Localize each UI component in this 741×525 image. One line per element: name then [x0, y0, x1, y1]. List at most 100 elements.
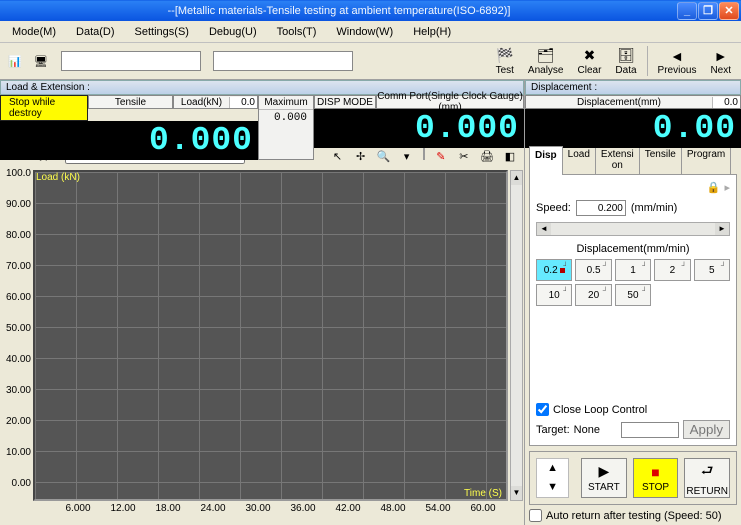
speed-preset-2[interactable]: 2┘ [654, 259, 690, 281]
jog-down-icon[interactable]: ▼ [537, 478, 568, 497]
y-tick: 20.00 [6, 416, 31, 427]
load-label: Load(kN) [174, 97, 229, 108]
y-tick: 70.00 [6, 261, 31, 272]
prev-icon: ◄ [668, 47, 686, 65]
x-tick: 60.00 [470, 503, 495, 514]
speed-preset-1[interactable]: 1┘ [615, 259, 651, 281]
plot-area[interactable] [33, 170, 508, 502]
y-tick: 80.00 [6, 230, 31, 241]
pin-corner-icon: ┘ [563, 263, 568, 270]
menu-mode[interactable]: Mode(M) [2, 24, 66, 40]
x-tick: 54.00 [425, 503, 450, 514]
operation-panel: ▲▼ ▶START ■STOP ⮐RETURN [529, 451, 737, 505]
speed-input[interactable] [576, 200, 626, 216]
menu-window[interactable]: Window(W) [326, 24, 403, 40]
speed-unit: (mm/min) [631, 202, 677, 214]
x-axis-ticks: 6.00012.0018.0024.0030.0036.0042.0048.00… [33, 503, 508, 519]
speed-preset-5[interactable]: 5┘ [694, 259, 730, 281]
y-tick: 30.00 [6, 385, 31, 396]
auto-return-checkbox[interactable] [529, 509, 542, 522]
apply-button[interactable]: Apply [683, 420, 730, 439]
pin-corner-icon: ┘ [682, 263, 687, 270]
auto-return-label: Auto return after testing (Speed: 50) [546, 510, 722, 522]
minimize-button[interactable]: _ [677, 2, 697, 20]
y-tick: 40.00 [6, 354, 31, 365]
dropdown-icon[interactable]: ▾ [398, 148, 416, 166]
title-bar: --[Metallic materials-Tensile testing at… [0, 0, 741, 21]
x-tick: 12.00 [110, 503, 135, 514]
plot-y-label: Load (kN) [36, 172, 80, 183]
curve-tool-row: ↖ ✢ 🔍 ▾ ✎ ✂ 🖨 ◧ [328, 145, 521, 166]
monitor-icon[interactable]: 🖥 [29, 49, 53, 73]
tab-extension[interactable]: Extensi on [595, 145, 640, 174]
pin-corner-icon: ┘ [642, 263, 647, 270]
data-icon: 🗄 [617, 47, 635, 65]
menu-settings[interactable]: Settings(S) [125, 24, 199, 40]
stop-icon: ■ [651, 464, 659, 480]
lock-icon[interactable]: 🔒 [707, 181, 721, 194]
speed-scrollbar[interactable]: ◄► [536, 222, 730, 236]
menu-tools[interactable]: Tools(T) [267, 24, 327, 40]
analyse-icon: 🗂 [537, 47, 555, 65]
next-button[interactable]: ►Next [703, 44, 738, 78]
crosshair-tool[interactable]: ✢ [352, 148, 370, 166]
maximize-button[interactable]: ❐ [698, 2, 718, 20]
speed-preset-0.5[interactable]: 0.5┘ [575, 259, 611, 281]
close-button[interactable]: ✕ [719, 2, 739, 20]
displacement-readout: 0.0 [712, 97, 740, 108]
stop-while-destroy-button[interactable]: Stop while destroy [0, 95, 88, 121]
pin-corner-icon: ┘ [642, 288, 647, 295]
toolbar-field-1[interactable] [61, 51, 201, 71]
start-button[interactable]: ▶START [581, 458, 627, 498]
clear-icon: ✖ [580, 47, 598, 65]
pen-tool[interactable]: ✎ [432, 148, 450, 166]
extension-lcd: 0.000 [314, 109, 524, 148]
displacement-header: Displacement : [525, 80, 741, 95]
chart-icon[interactable]: ◧ [501, 148, 519, 166]
menu-debug[interactable]: Debug(U) [199, 24, 267, 40]
speed-preset-0.2[interactable]: 0.2┘ [536, 259, 572, 281]
window-title: --[Metallic materials-Tensile testing at… [2, 5, 676, 17]
data-button[interactable]: 🗄Data [608, 44, 643, 78]
return-button[interactable]: ⮐RETURN [684, 458, 730, 498]
close-loop-checkbox[interactable] [536, 403, 549, 416]
tab-load[interactable]: Load [562, 145, 596, 174]
menu-data[interactable]: Data(D) [66, 24, 125, 40]
menu-help[interactable]: Help(H) [403, 24, 461, 40]
jog-up-icon[interactable]: ▲ [537, 459, 568, 478]
print-button[interactable]: 🖨 [478, 148, 496, 166]
load-readout: 0.0 [229, 97, 257, 108]
max-title: Maximum [259, 96, 313, 110]
tab-disp[interactable]: Disp [529, 146, 563, 175]
x-tick: 48.00 [380, 503, 405, 514]
next-icon: ► [712, 47, 730, 65]
plot-x-label: Time (S) [464, 488, 502, 499]
speed-preset-10[interactable]: 10┘ [536, 284, 572, 306]
x-tick: 6.000 [65, 503, 90, 514]
y-tick: 50.00 [6, 323, 31, 334]
cut-tool[interactable]: ✂ [455, 148, 473, 166]
target-input[interactable] [621, 422, 679, 438]
tab-program[interactable]: Program [681, 145, 731, 174]
clear-button[interactable]: ✖Clear [571, 44, 609, 78]
speed-preset-20[interactable]: 20┘ [575, 284, 611, 306]
jog-buttons[interactable]: ▲▼ [536, 458, 569, 498]
start-icon: ▶ [598, 463, 609, 480]
y-tick: 0.00 [12, 478, 31, 489]
previous-button[interactable]: ◄Previous [651, 44, 704, 78]
app-icon: 📊 [3, 49, 27, 73]
speed-preset-50[interactable]: 50┘ [615, 284, 651, 306]
zoom-tool[interactable]: 🔍 [375, 148, 393, 166]
x-tick: 36.00 [290, 503, 315, 514]
plot-vscroll[interactable]: ▲▼ [510, 170, 523, 502]
test-button[interactable]: 🏁Test [489, 44, 521, 78]
speed-label: Speed: [536, 202, 571, 214]
target-value: None [574, 424, 617, 436]
play-small-icon[interactable]: ▸ [724, 181, 730, 194]
pointer-tool[interactable]: ↖ [329, 148, 347, 166]
stop-button[interactable]: ■STOP [633, 458, 679, 498]
max-value: 0.000 [259, 110, 313, 126]
tab-tensile[interactable]: Tensile [639, 145, 682, 174]
toolbar-field-2[interactable] [213, 51, 353, 71]
analyse-button[interactable]: 🗂Analyse [521, 44, 571, 78]
